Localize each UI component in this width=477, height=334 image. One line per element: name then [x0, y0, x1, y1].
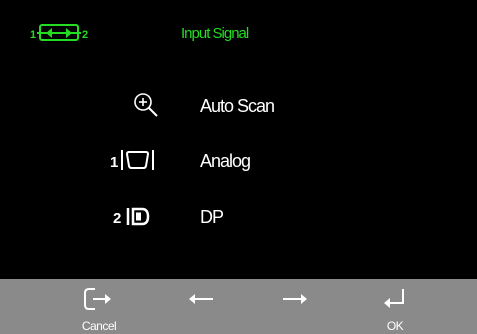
osd-menu: 1 2 Input Signal Auto Scan 1 Analog 2 DP… [0, 0, 477, 334]
exit-icon [84, 288, 111, 310]
vga-port-icon: 1 [110, 146, 160, 176]
menu-item-label: Auto Scan [200, 96, 275, 116]
menu-item-label: DP [200, 207, 224, 227]
menu-item-number: 1 [110, 154, 118, 171]
menu-item-number: 2 [113, 210, 121, 227]
arrow-left-button[interactable] [166, 279, 236, 334]
arrow-right-icon [283, 294, 307, 304]
displayport-icon: 2 [113, 202, 163, 232]
page-title: Input Signal [181, 25, 249, 42]
input-switch-icon: 1 2 [30, 22, 90, 44]
ok-button[interactable]: OK [360, 279, 430, 334]
cancel-label: Cancel [81, 319, 117, 333]
ok-label: OK [386, 319, 404, 333]
header-icon-right-number: 2 [82, 29, 88, 41]
arrow-right-button[interactable] [262, 279, 332, 334]
cancel-button[interactable]: Cancel [64, 279, 134, 334]
footer-bar: Cancel OK [0, 279, 477, 334]
arrow-left-icon [189, 294, 213, 304]
menu-item-dp[interactable]: 2 DP [0, 199, 477, 239]
magnifier-icon [130, 91, 180, 121]
menu-item-label: Analog [200, 151, 251, 171]
header-icon-left-number: 1 [30, 29, 36, 41]
menu-item-analog[interactable]: 1 Analog [0, 143, 477, 183]
enter-icon [384, 289, 404, 308]
menu-item-auto-scan[interactable]: Auto Scan [0, 88, 477, 128]
